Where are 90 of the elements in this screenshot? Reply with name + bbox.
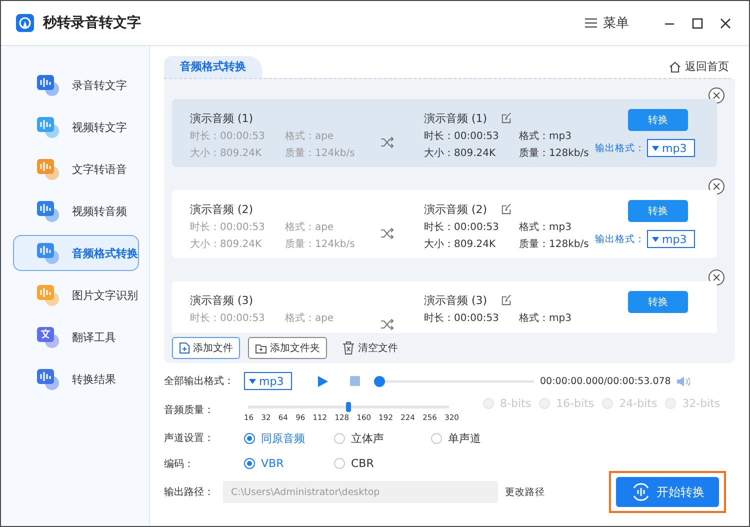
time-readout: 00:00:00.000/00:00:53.078: [540, 376, 671, 386]
sidebar-item[interactable]: 录音转文字: [13, 67, 139, 103]
edit-icon[interactable]: [501, 112, 512, 124]
format-select[interactable]: mp3: [647, 230, 695, 248]
file-card[interactable]: 演示音频 (2) 时长：00:00:53 格式：ape 大小：809.24K 质量：124kb/s 演示音频 (2) 时长：00:00:53 格式：mp3 大小：809.24K 质量：128kb/s 转换 输出格式： mp3: [172, 190, 717, 258]
file-detail: 大小：809.24K: [190, 146, 263, 160]
microphone-text-icon: [36, 73, 60, 97]
sidebar-item[interactable]: 翻译工具: [13, 319, 139, 355]
output-format-label: 输出格式：: [595, 142, 645, 154]
file-detail: 格式：mp3: [519, 220, 572, 234]
audio-convert-icon: [36, 241, 60, 265]
format-select[interactable]: mp3: [244, 372, 292, 390]
file-detail: 大小：809.24K: [190, 238, 263, 251]
folder-plus-icon: [255, 342, 267, 354]
menu-button[interactable]: 菜单: [583, 12, 631, 34]
setting-label: 音频质量：: [164, 404, 215, 417]
maximize-icon: [692, 18, 702, 28]
file-name: 演示音频 (1): [424, 110, 488, 126]
file-detail: 时长：00:00:53: [190, 312, 266, 325]
clear-button[interactable]: 清空文件: [335, 337, 405, 359]
shuffle-icon: [380, 137, 394, 148]
setting-label: 编码：: [164, 458, 195, 470]
file-detail: 时长：00:00:53: [424, 130, 500, 143]
video-text-icon: [36, 115, 60, 139]
sidebar-item[interactable]: 图片文字识别: [13, 277, 139, 313]
radio-option[interactable]: VBR: [244, 457, 334, 470]
sidebar-item[interactable]: 转换结果: [13, 361, 139, 397]
setting-label: 全部输出格式：: [164, 374, 235, 388]
file-detail: 质量：128kb/s: [519, 238, 590, 251]
close-icon: [720, 18, 730, 28]
output-format-label: 输出格式：: [595, 232, 645, 246]
file-detail: 格式：ape: [285, 130, 335, 143]
caret-icon: [249, 378, 256, 384]
video-sound-icon: [36, 199, 60, 223]
sidebar-item[interactable]: 文字转语音: [13, 151, 139, 187]
add-file-button[interactable]: 添加文件: [172, 337, 240, 359]
file-detail: 时长：00:00:53: [424, 312, 500, 325]
file-name: 演示音频 (3): [190, 292, 254, 308]
shuffle-icon: [380, 228, 394, 239]
start-convert-button[interactable]: 开始转换: [616, 477, 719, 507]
app-logo-icon: [16, 14, 34, 32]
file-detail: 格式：ape: [285, 220, 335, 234]
caret-icon: [652, 146, 659, 150]
waveform-circle-icon: [630, 482, 650, 502]
radio-option[interactable]: CBR: [334, 457, 394, 470]
home-link[interactable]: 返回首页: [669, 59, 729, 74]
change-path-link[interactable]: 更改路径: [505, 486, 545, 498]
file-detail: 时长：00:00:53: [424, 220, 500, 234]
radio-option[interactable]: 同原音频: [244, 430, 334, 446]
file-name: 演示音频 (2): [190, 202, 254, 216]
radio-option[interactable]: 单声道: [431, 430, 521, 446]
file-detail: 格式：mp3: [519, 130, 572, 143]
sidebar-item[interactable]: 音频格式转换: [13, 235, 139, 271]
tab[interactable]: 音频格式转换: [164, 56, 262, 78]
image-text-icon: [36, 283, 60, 307]
file-card[interactable]: 演示音频 (3) 时长：00:00:53 格式：ape 演示音频 (3) 时长：00:00:53 格式：mp3 转换: [172, 281, 717, 333]
caret-icon: [652, 236, 659, 242]
file-detail: 大小：809.24K: [424, 146, 497, 160]
setting-label: 声道设置：: [164, 432, 215, 445]
file-detail: 时长：00:00:53: [190, 220, 266, 234]
format-select[interactable]: mp3: [647, 139, 695, 157]
file-name: 演示音频 (2): [424, 202, 488, 216]
file-name: 演示音频 (3): [424, 292, 488, 308]
document-sound-icon: [36, 157, 60, 181]
sidebar-item[interactable]: 视频转音频: [13, 193, 139, 229]
edit-icon[interactable]: [501, 204, 512, 214]
file-detail: 质量：124kb/s: [285, 238, 356, 251]
add-folder-button[interactable]: 添加文件夹: [248, 337, 327, 359]
sidebar-item[interactable]: 视频转文字: [13, 109, 139, 145]
file-detail: 大小：809.24K: [424, 238, 497, 251]
result-list-icon: [36, 367, 60, 391]
file-detail: 质量：124kb/s: [285, 146, 356, 160]
progress-thumb[interactable]: [374, 376, 385, 386]
trash-icon: [342, 341, 355, 355]
menu-icon: [585, 18, 597, 28]
file-plus-icon: [179, 342, 190, 354]
file-detail: 格式：ape: [285, 312, 335, 325]
app-title: 秒转录音转文字: [43, 14, 142, 32]
radio-option[interactable]: 立体声: [334, 430, 431, 446]
home-icon: [669, 60, 681, 72]
shuffle-icon: [380, 319, 394, 330]
file-name: 演示音频 (1): [190, 110, 254, 126]
file-card[interactable]: 演示音频 (1) 时长：00:00:53 格式：ape 大小：809.24K 质量：124kb/s 演示音频 (1) 时长：00:00:53 格式：mp3 大小：809.24K 质量：128kb/s 转换 输出格式： mp3: [172, 99, 717, 167]
translate-icon: [36, 325, 60, 349]
file-detail: 格式：mp3: [519, 312, 572, 325]
file-detail: 时长：00:00:53: [190, 130, 266, 143]
slider-thumb[interactable]: [346, 402, 351, 412]
file-detail: 质量：128kb/s: [519, 146, 590, 160]
play-icon[interactable]: [318, 376, 328, 386]
edit-icon[interactable]: [501, 294, 512, 306]
